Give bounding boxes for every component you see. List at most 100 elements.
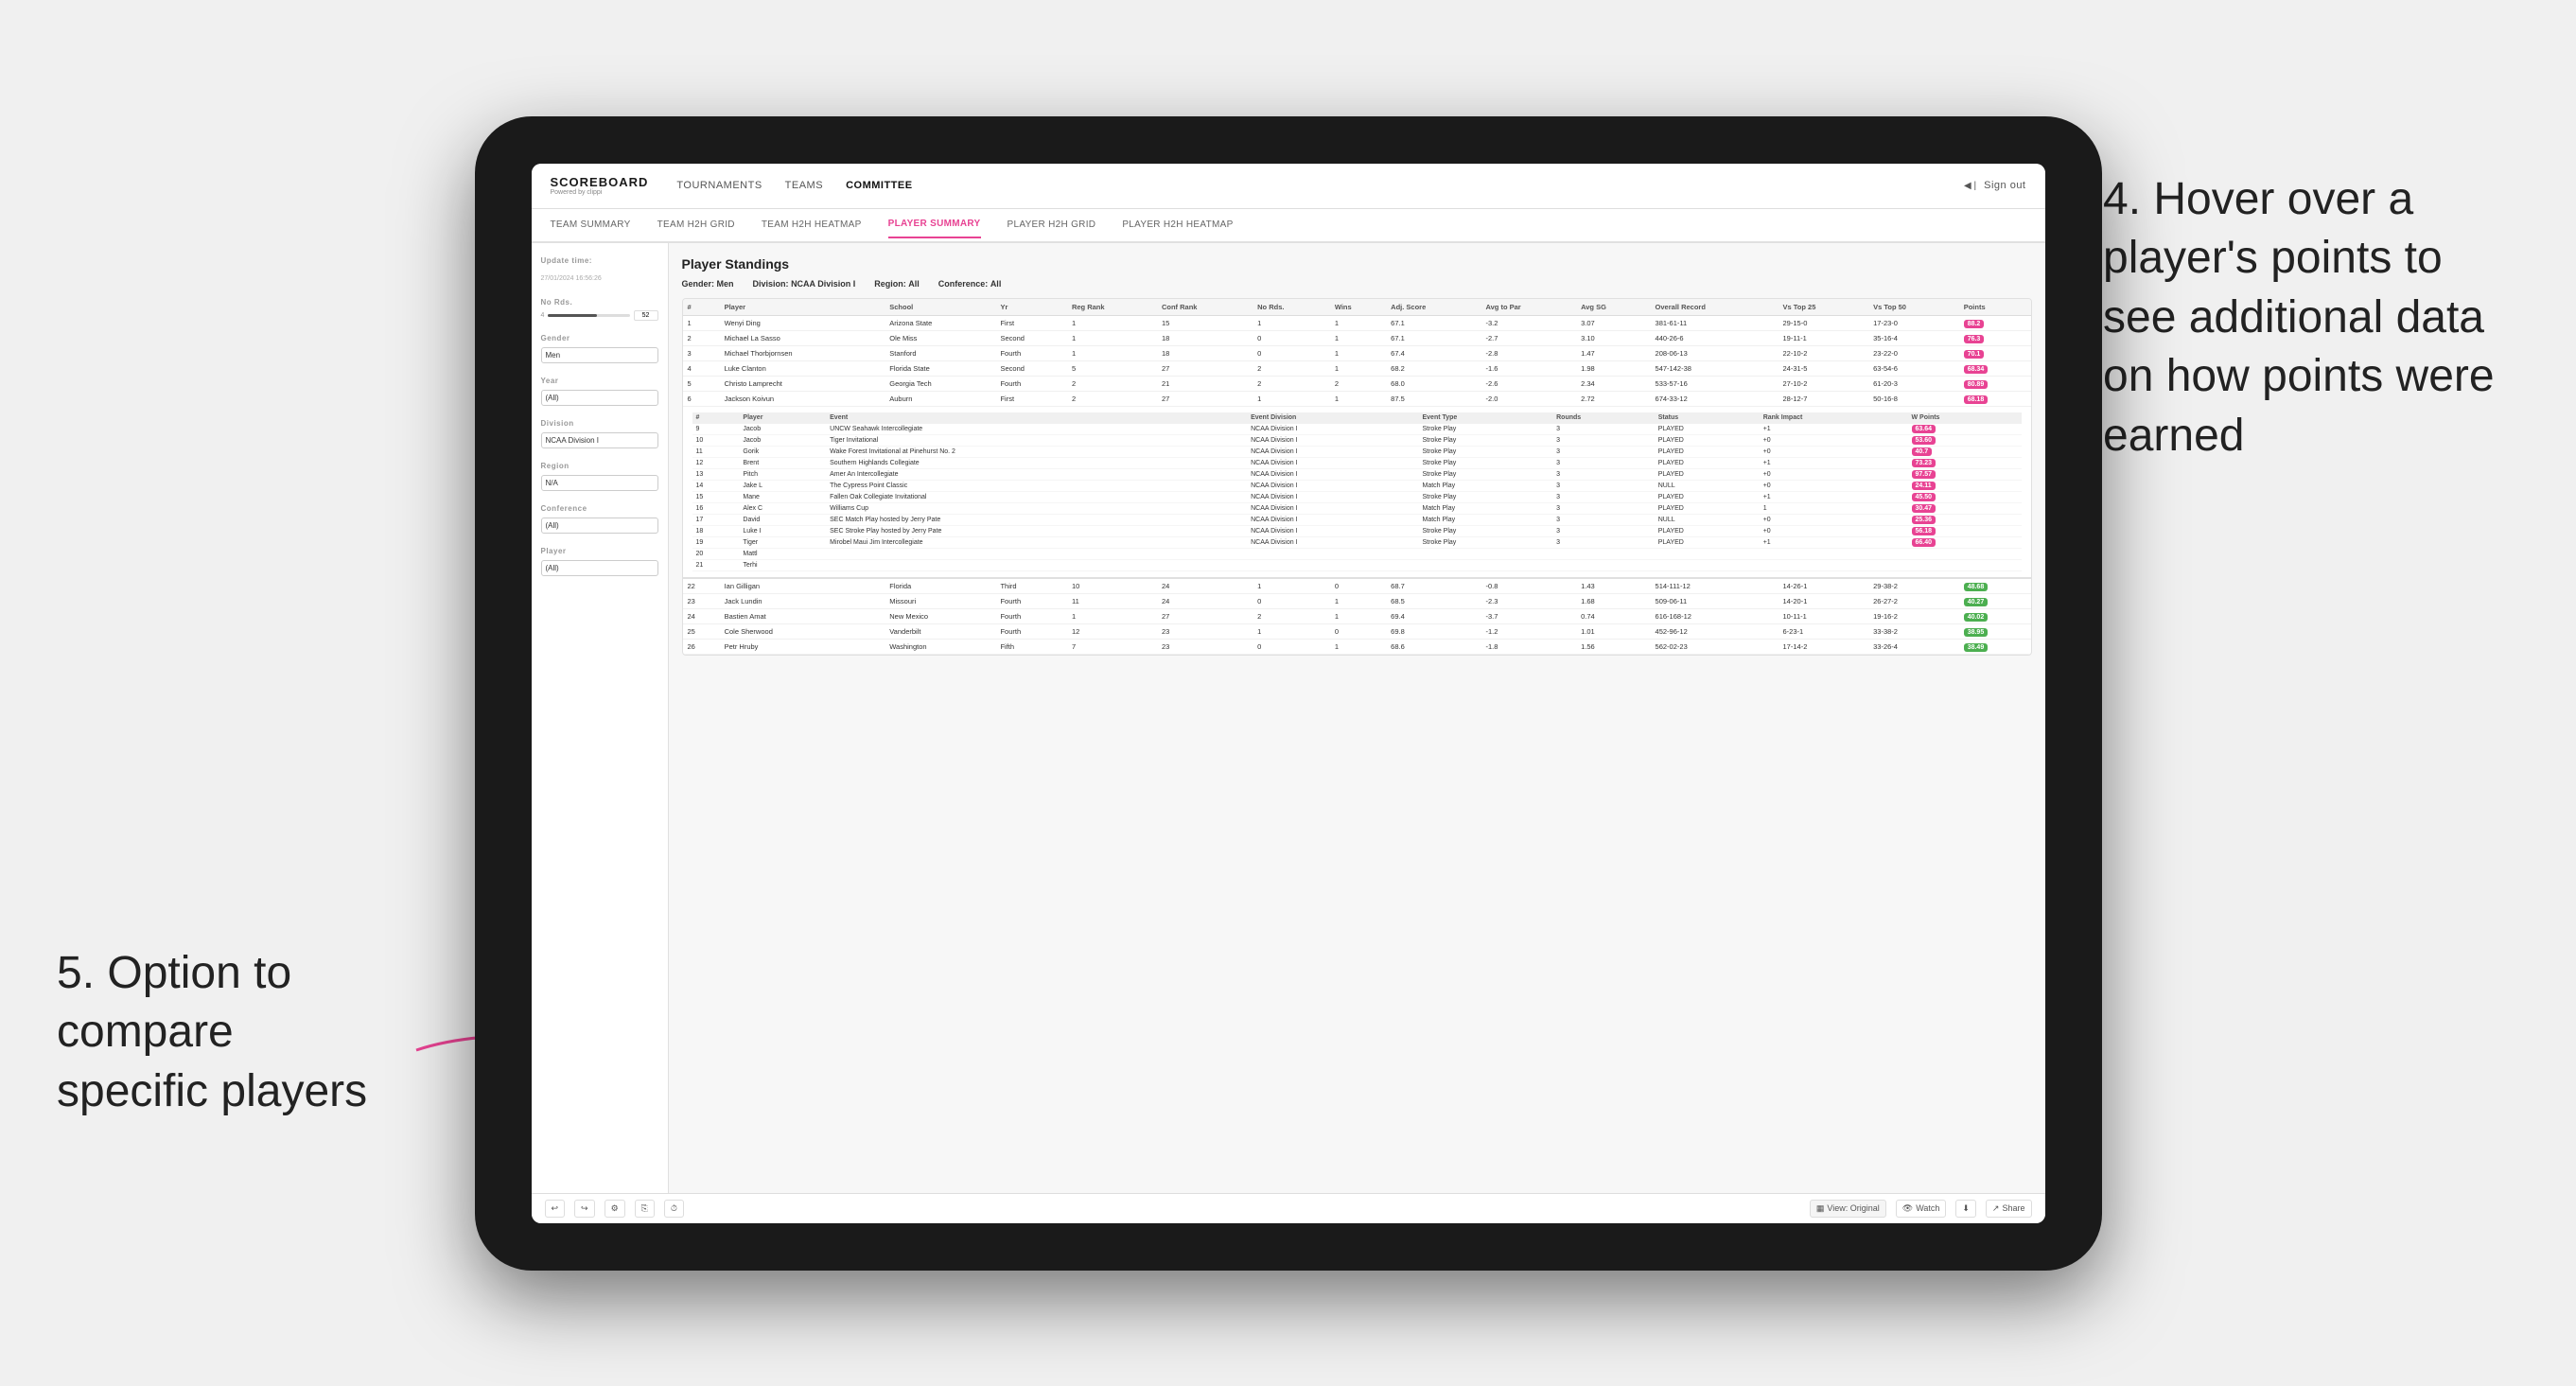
points-badge[interactable]: 48.68 [1964, 583, 1989, 591]
col-num: # [683, 299, 720, 316]
points-badge[interactable]: 40.27 [1964, 598, 1989, 606]
standings-title: Player Standings [682, 256, 2032, 272]
sidebar-no-rds: No Rds. 4 [541, 298, 658, 321]
nav-committee[interactable]: COMMITTEE [846, 176, 913, 195]
gender-select[interactable]: Men [541, 347, 658, 363]
list-item: 13 Pitch Amer An Intercollegiate NCAA Di… [692, 468, 2022, 480]
w-points-badge[interactable]: 24.11 [1912, 482, 1936, 490]
table-row: 24 Bastien Amat New Mexico Fourth 1 27 2… [683, 608, 2031, 623]
slider-track[interactable] [548, 314, 629, 317]
filter-gender: Gender: Men [682, 279, 734, 289]
subnav-team-h2h-heatmap[interactable]: TEAM H2H HEATMAP [762, 212, 862, 237]
nav-links: TOURNAMENTS TEAMS COMMITTEE [676, 176, 1964, 195]
table-row: 23 Jack Lundin Missouri Fourth 11 24 0 1… [683, 593, 2031, 608]
points-badge[interactable]: 68.18 [1964, 395, 1989, 404]
download-button[interactable]: ⬇ [1955, 1200, 1976, 1218]
w-points-badge[interactable]: 53.60 [1912, 436, 1936, 445]
watch-button[interactable]: 👁 Watch [1896, 1200, 1947, 1218]
w-points-badge[interactable]: 25.36 [1912, 516, 1936, 524]
w-points-badge[interactable]: 30.47 [1912, 504, 1936, 513]
table-row: 2 Michael La Sasso Ole Miss Second 1 18 … [683, 330, 2031, 345]
subnav-player-h2h-heatmap[interactable]: PLAYER H2H HEATMAP [1122, 212, 1233, 237]
share-icon: ↗ [1992, 1203, 2000, 1214]
subnav-team-summary[interactable]: TEAM SUMMARY [551, 212, 631, 237]
nav-teams[interactable]: TEAMS [785, 176, 823, 195]
col-adj-score: Adj. Score [1386, 299, 1481, 316]
w-points-badge[interactable]: 97.57 [1912, 470, 1936, 479]
filters-row: Gender: Men Division: NCAA Division I Re… [682, 279, 2032, 289]
col-school: School [885, 299, 995, 316]
content-area: Player Standings Gender: Men Division: N… [669, 243, 2045, 1193]
conference-select[interactable]: (All) [541, 518, 658, 534]
filter-division: Division: NCAA Division I [753, 279, 856, 289]
w-points-badge[interactable]: 56.18 [1912, 527, 1936, 535]
main-content: Update time: 27/01/2024 16:56:26 No Rds.… [532, 243, 2045, 1193]
w-points-badge[interactable]: 66.40 [1912, 538, 1936, 547]
division-select[interactable]: NCAA Division I [541, 432, 658, 448]
points-badge[interactable]: 88.2 [1964, 320, 1985, 328]
year-select[interactable]: (All) [541, 390, 658, 406]
list-item: 20 Mattl [692, 548, 2022, 559]
logo-area: SCOREBOARD Powered by clippi [551, 175, 649, 196]
points-badge[interactable]: 76.3 [1964, 335, 1985, 343]
subnav-player-summary[interactable]: PLAYER SUMMARY [888, 211, 981, 238]
sidebar-update-time: Update time: 27/01/2024 16:56:26 [541, 256, 658, 285]
w-points-badge[interactable]: 40.7 [1912, 447, 1933, 456]
toolbar: ↩ ↪ ⚙ ⎘ ⏱ ▦ View: Original 👁 Watch ⬇ ↗ S… [532, 1193, 2045, 1223]
filter-button[interactable]: ⚙ [605, 1200, 625, 1218]
table-row: 22 Ian Gilligan Florida Third 10 24 1 0 … [683, 578, 2031, 594]
list-item: 21 Terhi [692, 559, 2022, 570]
logo-title: SCOREBOARD [551, 175, 649, 189]
eye-icon: 👁 [1902, 1203, 1913, 1214]
table-row: 6 Jackson Koivun Auburn First 2 27 1 1 8… [683, 391, 2031, 406]
view-original-button[interactable]: ▦ View: Original [1810, 1200, 1886, 1218]
logo-sub: Powered by clippi [551, 189, 649, 196]
navbar: SCOREBOARD Powered by clippi TOURNAMENTS… [532, 164, 2045, 209]
points-badge[interactable]: 80.89 [1964, 380, 1989, 389]
list-item: 16 Alex C Williams Cup NCAA Division I M… [692, 502, 2022, 514]
col-yr: Yr [995, 299, 1066, 316]
share-button[interactable]: ↗ Share [1986, 1200, 2032, 1218]
w-points-badge[interactable]: 73.23 [1912, 459, 1936, 467]
table-row: 5 Christo Lamprecht Georgia Tech Fourth … [683, 376, 2031, 391]
list-item: 12 Brent Southern Highlands Collegiate N… [692, 457, 2022, 468]
sidebar-division: Division NCAA Division I [541, 419, 658, 448]
points-badge[interactable]: 68.34 [1964, 365, 1989, 374]
w-points-badge[interactable]: 45.50 [1912, 493, 1936, 501]
copy-button[interactable]: ⎘ [635, 1200, 655, 1218]
tablet-screen: SCOREBOARD Powered by clippi TOURNAMENTS… [532, 164, 2045, 1223]
list-item: 15 Mane Fallen Oak Collegiate Invitation… [692, 491, 2022, 502]
subnav-player-h2h-grid[interactable]: PLAYER H2H GRID [1008, 212, 1096, 237]
player-select[interactable]: (All) [541, 560, 658, 576]
nav-separator: ◀ | [1964, 181, 1976, 191]
list-item: 17 David SEC Match Play hosted by Jerry … [692, 514, 2022, 525]
col-conf-rank: Conf Rank [1157, 299, 1253, 316]
col-vs50: Vs Top 50 [1868, 299, 1959, 316]
tablet-frame: SCOREBOARD Powered by clippi TOURNAMENTS… [475, 116, 2102, 1271]
clock-button[interactable]: ⏱ [664, 1200, 684, 1218]
col-points: Points [1959, 299, 2031, 316]
col-to-par: Avg to Par [1481, 299, 1577, 316]
list-item: 18 Luke I SEC Stroke Play hosted by Jerr… [692, 525, 2022, 536]
view-icon: ▦ [1816, 1203, 1825, 1214]
hover-popup-row: # Player Event Event Division Event Type… [683, 406, 2031, 578]
list-item: 11 Gorik Wake Forest Invitational at Pin… [692, 446, 2022, 457]
list-item: 14 Jake L The Cypress Point Classic NCAA… [692, 480, 2022, 491]
redo-button[interactable]: ↪ [574, 1200, 595, 1218]
points-badge[interactable]: 40.02 [1964, 613, 1989, 622]
subnav-team-h2h-grid[interactable]: TEAM H2H GRID [657, 212, 735, 237]
annotation-hover: 4. Hover over a player's points to see a… [2103, 170, 2519, 465]
undo-button[interactable]: ↩ [545, 1200, 566, 1218]
sidebar: Update time: 27/01/2024 16:56:26 No Rds.… [532, 243, 669, 1193]
filter-region: Region: All [874, 279, 920, 289]
col-player: Player [720, 299, 885, 316]
points-badge[interactable]: 38.95 [1964, 628, 1989, 637]
region-select[interactable]: N/A [541, 475, 658, 491]
w-points-badge[interactable]: 63.64 [1912, 425, 1936, 433]
points-badge[interactable]: 38.49 [1964, 643, 1989, 652]
sign-out-link[interactable]: Sign out [1984, 176, 2025, 195]
points-badge[interactable]: 70.1 [1964, 350, 1985, 359]
nav-tournaments[interactable]: TOURNAMENTS [676, 176, 762, 195]
col-overall: Overall Record [1651, 299, 1779, 316]
no-rds-input[interactable] [634, 310, 658, 321]
